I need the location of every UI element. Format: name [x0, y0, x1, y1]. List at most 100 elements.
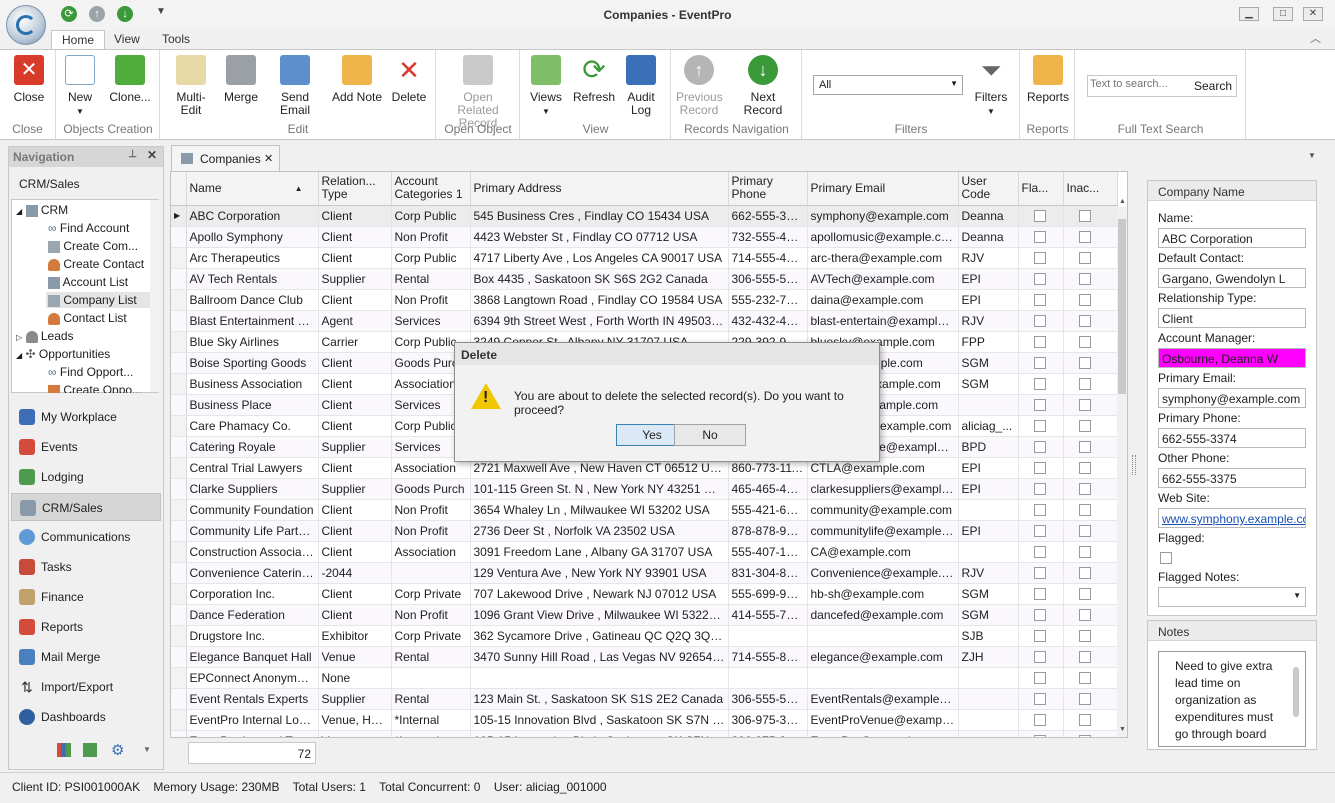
cell-user-code[interactable]: EPI: [958, 478, 1019, 500]
cell-account-category[interactable]: [391, 562, 471, 584]
cell-relation-type[interactable]: Supplier: [318, 268, 392, 290]
cell-user-code[interactable]: FPP: [958, 331, 1019, 353]
checkbox[interactable]: [1033, 567, 1046, 580]
checkbox[interactable]: [1033, 672, 1046, 685]
checkbox[interactable]: [1078, 210, 1091, 223]
cell-primary-address[interactable]: 129 Ventura Ave , New York NY 93901 USA: [470, 562, 729, 584]
cell-user-code[interactable]: SGM: [958, 352, 1019, 374]
row-indicator[interactable]: [171, 604, 187, 626]
cell-inactive-checkbox[interactable]: [1063, 331, 1118, 353]
module-finance[interactable]: Finance: [11, 583, 161, 611]
cell-inactive-checkbox[interactable]: [1063, 583, 1118, 605]
cell-inactive-checkbox[interactable]: [1063, 667, 1118, 689]
cell-inactive-checkbox[interactable]: [1063, 415, 1118, 437]
checkbox[interactable]: [1033, 399, 1046, 412]
cell-account-category[interactable]: Non Profit: [391, 604, 471, 626]
tree-node-account-list[interactable]: Account List: [48, 275, 128, 289]
cell-relation-type[interactable]: -2044: [318, 562, 392, 584]
table-row[interactable]: Dance Federation Client Non Profit 1096 Gra…: [171, 604, 1118, 626]
checkbox[interactable]: [1033, 378, 1046, 391]
configure-dropdown-icon[interactable]: ▼: [143, 745, 151, 754]
cell-relation-type[interactable]: Supplier: [318, 436, 392, 458]
cell-primary-phone[interactable]: 878-878-9865: [728, 520, 808, 542]
checkbox[interactable]: [1033, 609, 1046, 622]
cell-relation-type[interactable]: Client: [318, 520, 392, 542]
checkbox[interactable]: [1033, 210, 1046, 223]
cell-flagged-checkbox[interactable]: [1018, 646, 1064, 668]
column-header-flagged[interactable]: Fla...: [1018, 172, 1064, 206]
tree-node-crm[interactable]: ◢ CRM: [16, 203, 68, 217]
cell-name[interactable]: Central Trial Lawyers: [186, 457, 319, 479]
merge-button[interactable]: Merge: [223, 53, 259, 104]
cell-relation-type[interactable]: Client: [318, 226, 392, 248]
clone-button[interactable]: Clone...: [107, 53, 153, 104]
cell-flagged-checkbox[interactable]: [1018, 373, 1064, 395]
checkbox[interactable]: [1078, 630, 1091, 643]
table-row[interactable]: AV Tech Rentals Supplier Rental Box 4435 , …: [171, 268, 1118, 290]
cell-inactive-checkbox[interactable]: [1063, 709, 1118, 731]
row-indicator[interactable]: [171, 247, 187, 269]
checkbox[interactable]: [1078, 399, 1091, 412]
row-indicator[interactable]: [171, 394, 187, 416]
search-input[interactable]: [1090, 78, 1190, 90]
cell-user-code[interactable]: EPI: [958, 520, 1019, 542]
cell-primary-email[interactable]: CA@example.com: [807, 541, 959, 563]
cell-primary-email[interactable]: community@example.com: [807, 499, 959, 521]
cell-primary-address[interactable]: 6394 9th Street West , Forth Worth IN 49…: [470, 310, 729, 332]
table-row[interactable]: Arc Therapeutics Client Corp Public 4717 Li…: [171, 247, 1118, 269]
cell-name[interactable]: Blue Sky Airlines: [186, 331, 319, 353]
grid-scroll-thumb[interactable]: [1118, 219, 1126, 394]
pin-icon[interactable]: ⊥: [128, 149, 137, 160]
tree-node-create-opportunity[interactable]: Create Oppo...: [48, 383, 142, 393]
cell-flagged-checkbox[interactable]: [1018, 604, 1064, 626]
row-indicator[interactable]: [171, 373, 187, 395]
cell-name[interactable]: Blast Entertainment Co.: [186, 310, 319, 332]
cell-user-code[interactable]: [958, 688, 1019, 710]
row-indicator[interactable]: [171, 667, 187, 689]
cell-name[interactable]: Community Foundation: [186, 499, 319, 521]
tree-node-company-list[interactable]: Company List: [46, 292, 150, 308]
cell-inactive-checkbox[interactable]: [1063, 478, 1118, 500]
checkbox[interactable]: [1033, 546, 1046, 559]
reports-button[interactable]: Reports: [1025, 53, 1071, 104]
collapse-ribbon-icon[interactable]: ︿: [1310, 30, 1321, 46]
cell-relation-type[interactable]: Client: [318, 247, 392, 269]
scroll-up-icon[interactable]: ▲: [1119, 198, 1126, 205]
cell-inactive-checkbox[interactable]: [1063, 226, 1118, 248]
cell-user-code[interactable]: [958, 709, 1019, 731]
tree-scrollbar[interactable]: [150, 200, 159, 392]
send-email-button[interactable]: Send Email: [267, 53, 323, 117]
checkbox[interactable]: [1078, 672, 1091, 685]
row-indicator[interactable]: [171, 709, 187, 731]
flagged-checkbox[interactable]: [1160, 552, 1172, 564]
cell-primary-address[interactable]: 4423 Webster St , Findlay CO 07712 USA: [470, 226, 729, 248]
cell-user-code[interactable]: EPI: [958, 289, 1019, 311]
cell-inactive-checkbox[interactable]: [1063, 730, 1118, 737]
cell-inactive-checkbox[interactable]: [1063, 541, 1118, 563]
cell-name[interactable]: Community Life Partner...: [186, 520, 319, 542]
notes-text[interactable]: Need to give extra lead time on organiza…: [1158, 651, 1306, 747]
cell-flagged-checkbox[interactable]: [1018, 520, 1064, 542]
table-row[interactable]: Event Rentals Experts Supplier Rental 123 M…: [171, 688, 1118, 710]
cell-user-code[interactable]: SGM: [958, 373, 1019, 395]
row-indicator[interactable]: [171, 688, 187, 710]
filter-select[interactable]: All ▼: [813, 75, 963, 95]
checkbox[interactable]: [1033, 693, 1046, 706]
cell-relation-type[interactable]: Client: [318, 394, 392, 416]
add-note-button[interactable]: Add Note: [331, 53, 383, 104]
cell-account-category[interactable]: Corp Private: [391, 583, 471, 605]
cell-primary-email[interactable]: [807, 667, 959, 689]
row-indicator[interactable]: [171, 268, 187, 290]
cell-name[interactable]: Boise Sporting Goods: [186, 352, 319, 374]
app-menu-button[interactable]: [6, 5, 46, 45]
cell-primary-email[interactable]: arc-thera@example.com: [807, 247, 959, 269]
cell-primary-address[interactable]: [470, 667, 729, 689]
cell-flagged-checkbox[interactable]: [1018, 352, 1064, 374]
row-indicator[interactable]: [171, 625, 187, 647]
cell-inactive-checkbox[interactable]: [1063, 625, 1118, 647]
cell-relation-type[interactable]: Client: [318, 352, 392, 374]
checkbox[interactable]: [1033, 441, 1046, 454]
cell-primary-email[interactable]: apollomusic@example.com: [807, 226, 959, 248]
search-button[interactable]: Search: [1194, 79, 1232, 93]
checkbox[interactable]: [1078, 273, 1091, 286]
